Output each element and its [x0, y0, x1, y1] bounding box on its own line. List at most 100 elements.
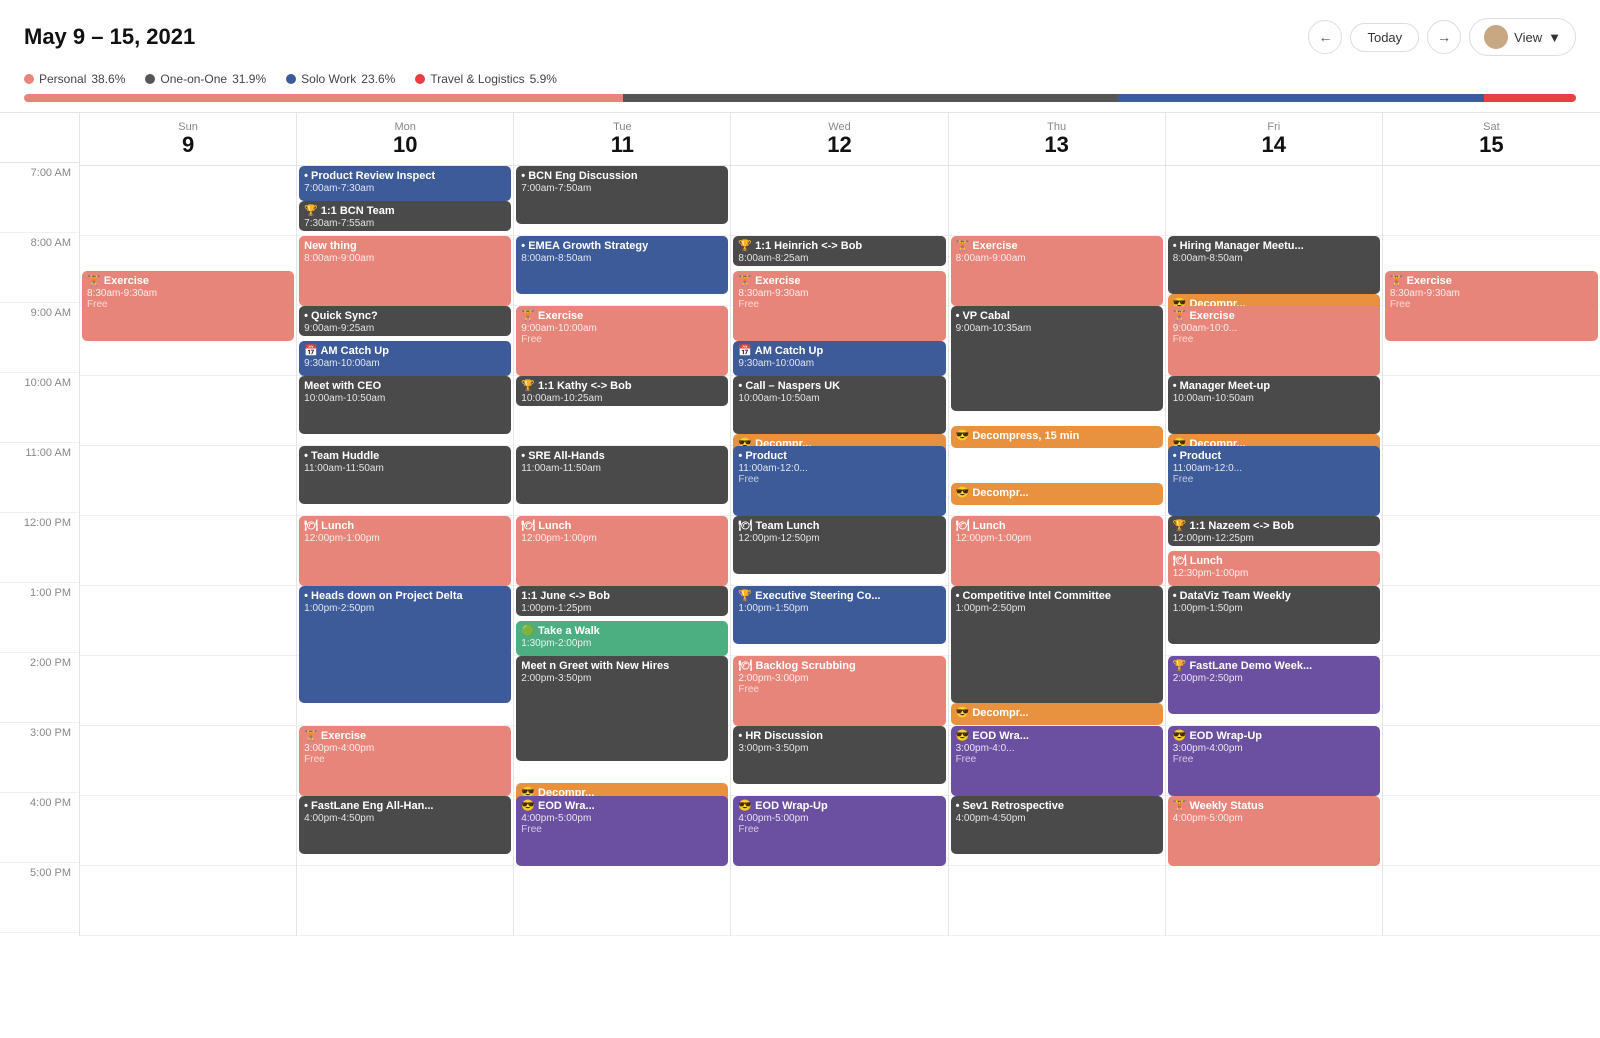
time-300: 3:00 PM [0, 723, 79, 793]
event-thu-decompress3[interactable]: 😎 Decompr... [951, 703, 1163, 725]
event-wed-heinrich[interactable]: 🏆 1:1 Heinrich <-> Bob 8:00am-8:25am [733, 236, 945, 266]
event-fri-eod[interactable]: 😎 EOD Wrap-Up 3:00pm-4:00pm Free [1168, 726, 1380, 796]
progress-travel [1484, 94, 1576, 102]
event-thu-competitive-intel[interactable]: • Competitive Intel Committee 1:00pm-2:5… [951, 586, 1163, 703]
tue-events: • BCN Eng Discussion 7:00am-7:50am • EME… [514, 166, 730, 936]
event-wed-naspers[interactable]: • Call – Naspers UK 10:00am-10:50am [733, 376, 945, 434]
time-200: 2:00 PM [0, 653, 79, 723]
event-thu-eod[interactable]: 😎 EOD Wra... 3:00pm-4:0... Free [951, 726, 1163, 796]
event-fri-product[interactable]: • Product 11:00am-12:0... Free [1168, 446, 1380, 516]
time-900: 9:00 AM [0, 303, 79, 373]
day-header-sat: Sat 15 [1383, 113, 1600, 166]
event-wed-exec-steering[interactable]: 🏆 Executive Steering Co... 1:00pm-1:50pm [733, 586, 945, 644]
event-wed-eod[interactable]: 😎 EOD Wrap-Up 4:00pm-5:00pm Free [733, 796, 945, 866]
event-wed-exercise[interactable]: 🏋 Exercise 8:30am-9:30am Free [733, 271, 945, 341]
event-wed-am-catchup[interactable]: 📅 AM Catch Up 9:30am-10:00am [733, 341, 945, 376]
event-thu-decompress2[interactable]: 😎 Decompr... [951, 483, 1163, 505]
day-header-mon: Mon 10 [297, 113, 513, 166]
thu-events: 🏋 Exercise 8:00am-9:00am • VP Cabal 9:00… [949, 166, 1165, 936]
event-sat-exercise[interactable]: 🏋 Exercise 8:30am-9:30am Free [1385, 271, 1598, 341]
event-tue-eod[interactable]: 😎 EOD Wra... 4:00pm-5:00pm Free [516, 796, 728, 866]
event-mon-team-huddle[interactable]: • Team Huddle 11:00am-11:50am [299, 446, 511, 504]
event-tue-exercise[interactable]: 🏋 Exercise 9:00am-10:00am Free [516, 306, 728, 376]
event-tue-june-bob[interactable]: 1:1 June <-> Bob 1:00pm-1:25pm [516, 586, 728, 616]
day-col-tue: Tue 11 • BCN Eng Discussion 7:00am-7:50a… [514, 113, 731, 936]
avatar [1484, 25, 1508, 49]
event-thu-sev1[interactable]: • Sev1 Retrospective 4:00pm-4:50pm [951, 796, 1163, 854]
event-thu-vp-cabal[interactable]: • VP Cabal 9:00am-10:35am [951, 306, 1163, 411]
event-tue-meet-greet[interactable]: Meet n Greet with New Hires 2:00pm-3:50p… [516, 656, 728, 761]
time-500: 5:00 PM [0, 863, 79, 933]
legend-travel: Travel & Logistics 5.9% [415, 72, 557, 86]
event-fri-fastlane-demo[interactable]: 🏆 FastLane Demo Week... 2:00pm-2:50pm [1168, 656, 1380, 714]
event-fri-weekly-status[interactable]: 🏋 Weekly Status 4:00pm-5:00pm [1168, 796, 1380, 866]
wed-events: 🏆 1:1 Heinrich <-> Bob 8:00am-8:25am 🏋 E… [731, 166, 947, 936]
time-1100: 11:00 AM [0, 443, 79, 513]
sat-events: 🏋 Exercise 8:30am-9:30am Free [1383, 166, 1600, 936]
event-fri-dataviz[interactable]: • DataViz Team Weekly 1:00pm-1:50pm [1168, 586, 1380, 644]
event-fri-lunch[interactable]: 🍽 Lunch 12:30pm-1:00pm [1168, 551, 1380, 586]
event-mon-exercise[interactable]: 🏋 Exercise 3:00pm-4:00pm Free [299, 726, 511, 796]
progress-solo-work [1118, 94, 1484, 102]
event-tue-take-walk[interactable]: 🟢 Take a Walk 1:30pm-2:00pm [516, 621, 728, 656]
header-controls: ← Today → View ▼ [1308, 18, 1576, 56]
personal-dot [24, 74, 34, 84]
event-thu-decompress1[interactable]: 😎 Decompress, 15 min [951, 426, 1163, 448]
day-header-wed: Wed 12 [731, 113, 947, 166]
event-fri-nazeem[interactable]: 🏆 1:1 Nazeem <-> Bob 12:00pm-12:25pm [1168, 516, 1380, 546]
days-grid: Sun 9 🏋 Exercise 8:30am-9:30am [80, 113, 1600, 936]
event-fri-hiring[interactable]: • Hiring Manager Meetu... 8:00am-8:50am [1168, 236, 1380, 294]
event-mon-lunch[interactable]: 🍽 Lunch 12:00pm-1:00pm [299, 516, 511, 586]
time-700: 7:00 AM [0, 163, 79, 233]
event-mon-product-review[interactable]: • Product Review Inspect 7:00am-7:30am [299, 166, 511, 201]
event-mon-am-catchup[interactable]: 📅 AM Catch Up 9:30am-10:00am [299, 341, 511, 376]
progress-bar [24, 94, 1576, 102]
event-mon-heads-down[interactable]: • Heads down on Project Delta 1:00pm-2:5… [299, 586, 511, 703]
day-header-sun: Sun 9 [80, 113, 296, 166]
event-mon-new-thing[interactable]: New thing 8:00am-9:00am [299, 236, 511, 306]
event-wed-backlog[interactable]: 🍽 Backlog Scrubbing 2:00pm-3:00pm Free [733, 656, 945, 726]
event-wed-product[interactable]: • Product 11:00am-12:0... Free [733, 446, 945, 516]
event-tue-bcn-eng[interactable]: • BCN Eng Discussion 7:00am-7:50am [516, 166, 728, 224]
event-mon-meet-ceo[interactable]: Meet with CEO 10:00am-10:50am [299, 376, 511, 434]
time-800: 8:00 AM [0, 233, 79, 303]
calendar-grid: 7:00 AM 8:00 AM 9:00 AM 10:00 AM 11:00 A… [0, 112, 1600, 936]
progress-one-on-one [623, 94, 1118, 102]
today-button[interactable]: Today [1350, 23, 1419, 52]
event-tue-lunch[interactable]: 🍽 Lunch 12:00pm-1:00pm [516, 516, 728, 586]
prev-button[interactable]: ← [1308, 20, 1342, 54]
solo-work-dot [286, 74, 296, 84]
event-thu-exercise[interactable]: 🏋 Exercise 8:00am-9:00am [951, 236, 1163, 306]
event-mon-fastlane-eng[interactable]: • FastLane Eng All-Han... 4:00pm-4:50pm [299, 796, 511, 854]
day-col-sat: Sat 15 🏋 Exercise 8:30am-9:30am [1383, 113, 1600, 936]
day-col-mon: Mon 10 • Product Review Inspect 7:00am-7… [297, 113, 514, 936]
fri-events: • Hiring Manager Meetu... 8:00am-8:50am … [1166, 166, 1382, 936]
event-fri-manager-meetup[interactable]: • Manager Meet-up 10:00am-10:50am [1168, 376, 1380, 434]
event-mon-bcn-team[interactable]: 🏆 1:1 BCN Team 7:30am-7:55am [299, 201, 511, 231]
travel-dot [415, 74, 425, 84]
legend: Personal 38.6% One-on-One 31.9% Solo Wor… [0, 66, 1600, 94]
event-sun-exercise[interactable]: 🏋 Exercise 8:30am-9:30am Free [82, 271, 294, 341]
time-1200: 12:00 PM [0, 513, 79, 583]
event-fri-exercise[interactable]: 🏋 Exercise 9:00am-10:0... Free [1168, 306, 1380, 376]
event-mon-quick-sync[interactable]: • Quick Sync? 9:00am-9:25am [299, 306, 511, 336]
day-col-fri: Fri 14 • Hiring Manager Meetu... 8:00am-… [1166, 113, 1383, 936]
event-wed-team-lunch[interactable]: 🍽 Team Lunch 12:00pm-12:50pm [733, 516, 945, 574]
chevron-down-icon: ▼ [1548, 30, 1561, 45]
time-100: 1:00 PM [0, 583, 79, 653]
time-1000: 10:00 AM [0, 373, 79, 443]
view-button[interactable]: View ▼ [1469, 18, 1576, 56]
event-tue-emea[interactable]: • EMEA Growth Strategy 8:00am-8:50am [516, 236, 728, 294]
next-button[interactable]: → [1427, 20, 1461, 54]
calendar-header: May 9 – 15, 2021 ← Today → View ▼ [0, 0, 1600, 66]
time-column: 7:00 AM 8:00 AM 9:00 AM 10:00 AM 11:00 A… [0, 113, 80, 936]
day-header-tue: Tue 11 [514, 113, 730, 166]
day-col-wed: Wed 12 🏆 1:1 Heinrich <-> Bob 8:00am-8:2 [731, 113, 948, 936]
event-tue-sre[interactable]: • SRE All-Hands 11:00am-11:50am [516, 446, 728, 504]
legend-solo-work: Solo Work 23.6% [286, 72, 395, 86]
event-thu-lunch[interactable]: 🍽 Lunch 12:00pm-1:00pm [951, 516, 1163, 586]
time-400: 4:00 PM [0, 793, 79, 863]
day-header-thu: Thu 13 [949, 113, 1165, 166]
event-tue-kathy-bob[interactable]: 🏆 1:1 Kathy <-> Bob 10:00am-10:25am [516, 376, 728, 406]
event-wed-hr[interactable]: • HR Discussion 3:00pm-3:50pm [733, 726, 945, 784]
